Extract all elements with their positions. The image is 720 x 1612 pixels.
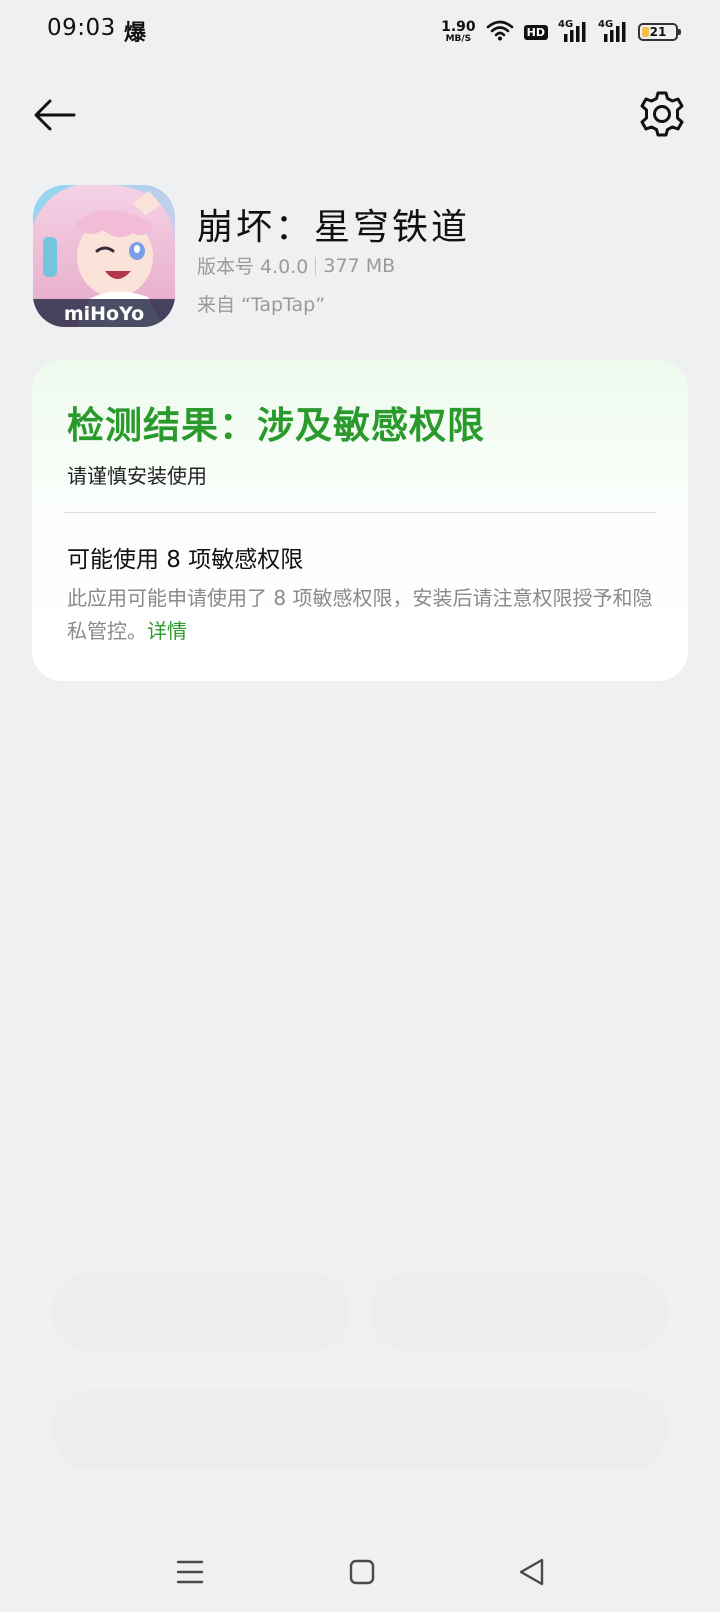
app-name: 崩坏：星穹铁道 — [197, 207, 471, 248]
details-link[interactable]: 详情 — [147, 619, 187, 643]
square-home-icon — [349, 1559, 375, 1585]
status-time: 09:03 — [47, 15, 116, 41]
home-button[interactable] — [342, 1552, 382, 1592]
network-speed: 1.90 MB/S — [441, 20, 476, 44]
wifi-icon — [486, 19, 514, 45]
app-version: 版本号 4.0.0 — [197, 256, 309, 278]
card-divider — [64, 512, 656, 513]
scan-result-card: 检测结果：涉及敏感权限 请谨慎安装使用 可能使用 8 项敏感权限 此应用可能申请… — [32, 360, 688, 681]
permission-heading: 可能使用 8 项敏感权限 — [67, 547, 304, 573]
recent-apps-button[interactable] — [170, 1552, 210, 1592]
status-bar: 09:03 爆 1.90 MB/S HD 4G 4G 21 — [0, 0, 720, 66]
network-speed-unit: MB/S — [445, 34, 472, 44]
settings-button[interactable] — [636, 88, 688, 140]
app-size: 377 MB — [323, 254, 396, 277]
battery-icon: 21 — [638, 23, 681, 41]
arrow-left-icon — [34, 99, 76, 131]
system-back-button[interactable] — [512, 1552, 552, 1592]
app-icon: miHoYo — [33, 185, 175, 327]
network-speed-value: 1.90 — [441, 19, 476, 35]
cellular-signal-icon: 4G — [598, 19, 628, 44]
app-icon-brand: miHoYo — [64, 303, 144, 325]
menu-icon — [176, 1560, 204, 1584]
system-navigation-bar — [0, 1530, 720, 1612]
cellular-signal-icon: 4G — [558, 19, 588, 44]
back-button[interactable] — [30, 90, 80, 140]
scan-result-title: 检测结果：涉及敏感权限 — [67, 404, 485, 447]
app-meta: 版本号 4.0.0 377 MB — [197, 252, 395, 279]
battery-level-text: 21 — [649, 25, 667, 39]
triangle-back-icon — [519, 1558, 544, 1586]
gear-icon — [640, 91, 684, 137]
hd-voice-badge: HD — [523, 24, 548, 40]
status-indicators: 1.90 MB/S HD 4G 4G 21 — [441, 18, 681, 46]
permission-description: 此应用可能申请使用了 8 项敏感权限，安装后请注意权限授予和隐私管控。详情 — [67, 582, 657, 648]
secondary-action-button[interactable] — [52, 1272, 350, 1352]
scan-result-subtitle: 请谨慎安装使用 — [67, 464, 207, 488]
tertiary-action-button[interactable] — [370, 1272, 668, 1352]
status-notification-glyph: 爆 — [124, 21, 147, 46]
app-source: 来自 “TapTap” — [197, 294, 326, 316]
primary-action-button[interactable] — [52, 1390, 668, 1470]
meta-divider — [315, 256, 317, 275]
